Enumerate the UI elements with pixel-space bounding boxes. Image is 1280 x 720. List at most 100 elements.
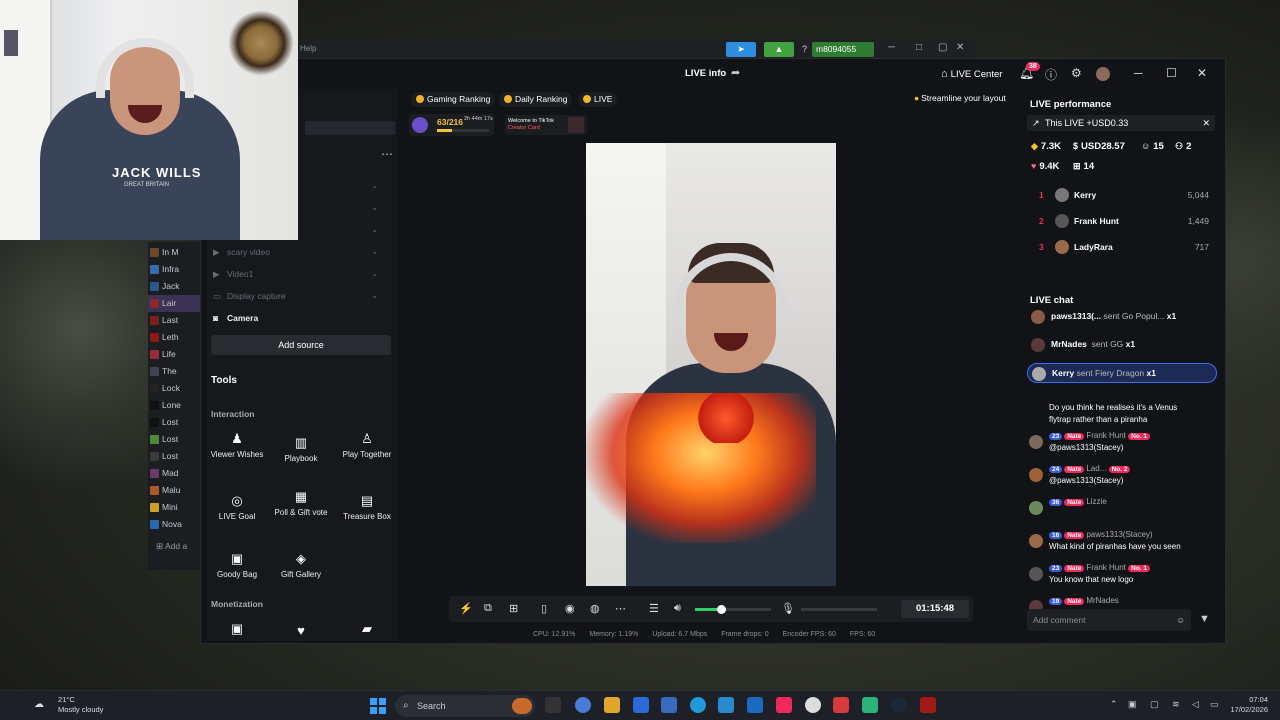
chevron-down-icon[interactable]: ⌄ — [371, 269, 378, 278]
chevron-down-icon[interactable]: ⌄ — [371, 291, 378, 300]
live-progress[interactable]: 63/216 2h 44m 17s — [409, 114, 494, 136]
source-item[interactable]: ◙ Camera — [213, 313, 378, 331]
avatar[interactable] — [1096, 67, 1110, 81]
dropbox-icon[interactable] — [633, 697, 649, 713]
list-item[interactable]: Jack — [148, 278, 200, 295]
wifi-icon[interactable]: ≋ — [1172, 699, 1180, 710]
volume-knob[interactable] — [716, 605, 726, 614]
start-button[interactable] — [370, 698, 386, 714]
add-source-button[interactable]: Add source — [211, 335, 391, 355]
tray-icon[interactable]: ▣ — [1128, 699, 1137, 710]
bell-button[interactable]: ▲ — [764, 42, 794, 57]
list-item[interactable]: In M — [148, 244, 200, 261]
gear-icon[interactable]: ⚙ — [1071, 66, 1082, 80]
list-item[interactable]: Lair — [148, 295, 200, 312]
list-item[interactable]: Life — [148, 346, 200, 363]
chevron-down-icon[interactable]: ⌄ — [371, 203, 378, 212]
source-item[interactable]: ▶ scary video ⌄ — [213, 247, 378, 265]
stream-preview[interactable] — [586, 143, 836, 586]
volume-slider[interactable] — [695, 605, 771, 614]
daily-ranking-button[interactable]: Daily Ranking — [499, 92, 573, 107]
list-item[interactable]: Lost — [148, 431, 200, 448]
help-icon[interactable]: ? — [802, 44, 807, 54]
list-item[interactable]: Malu — [148, 482, 200, 499]
minimize-icon[interactable]: ─ — [1134, 66, 1143, 80]
list-item[interactable]: Lost — [148, 448, 200, 465]
list-item[interactable]: Infra — [148, 261, 200, 278]
weather-widget[interactable]: ☁ 21°C Mostly cloudy — [34, 695, 103, 715]
source-item[interactable]: ▶ Video1 ⌄ — [213, 269, 378, 287]
chevron-up-icon[interactable]: ⌃ — [1110, 699, 1118, 710]
comment-input[interactable]: Add comment ☺ — [1027, 609, 1191, 631]
video-icon[interactable]: ▰ — [337, 621, 397, 636]
more-icon[interactable]: ⋯ — [381, 147, 393, 161]
poll-gift-vote-tool[interactable]: ▦ Poll & Gift vote — [271, 489, 331, 539]
gaming-ranking-button[interactable]: Gaming Ranking — [411, 92, 496, 107]
battery-icon[interactable]: ▭ — [1210, 699, 1219, 710]
layout-icon[interactable]: ⧉ — [484, 602, 492, 615]
camera-settings-icon[interactable]: ◍ — [590, 602, 600, 615]
close-icon[interactable]: ✕ — [1202, 115, 1210, 131]
file-explorer-icon[interactable] — [604, 697, 620, 713]
maximize-icon[interactable]: ▢ — [938, 42, 947, 53]
goody-bag-tool[interactable]: ▣ Goody Bag — [207, 551, 267, 601]
app-icon[interactable] — [718, 697, 734, 713]
maximize-icon[interactable]: □ — [916, 42, 922, 53]
play-together-tool[interactable]: ♙ Play Together — [337, 431, 397, 481]
outlook-icon[interactable] — [747, 697, 763, 713]
scene-tab[interactable] — [305, 121, 395, 135]
list-item[interactable]: Lone — [148, 397, 200, 414]
more-icon[interactable]: ⋯ — [615, 602, 626, 615]
filter-icon[interactable]: ▼ — [1199, 613, 1210, 625]
list-item[interactable]: The — [148, 363, 200, 380]
mixer-icon[interactable]: ☰ — [649, 602, 659, 615]
help-menu[interactable]: Help — [300, 44, 316, 53]
tiktok-icon[interactable] — [776, 697, 792, 713]
top-gifter-row[interactable]: 2 Frank Hunt 1,449 — [1027, 211, 1215, 233]
volume-icon[interactable]: 🔊︎ — [674, 602, 681, 615]
chevron-down-icon[interactable]: ⌄ — [371, 247, 378, 256]
steam-icon[interactable] — [891, 697, 907, 713]
gift-icon[interactable]: ▣ — [207, 621, 267, 636]
edge-icon[interactable] — [690, 697, 706, 713]
streamline-layout-button[interactable]: ● Streamline your layout — [914, 93, 1006, 103]
tray-icon[interactable]: ▢ — [1150, 699, 1159, 710]
list-item[interactable]: Lost — [148, 414, 200, 431]
list-item[interactable]: Mad — [148, 465, 200, 482]
this-live-banner[interactable]: ↗ This LIVE +USD0.33 ✕ — [1027, 115, 1215, 131]
viewer-wishes-tool[interactable]: ♟ Viewer Wishes — [207, 431, 267, 481]
chevron-down-icon[interactable]: ⌄ — [371, 225, 378, 234]
gift-message[interactable]: Kerry sent Fiery Dragon x1 — [1027, 363, 1217, 383]
list-item[interactable]: Mini — [148, 499, 200, 516]
gift-message[interactable]: paws1313(... sent Go Popul... x1 — [1027, 307, 1217, 327]
list-item[interactable]: Lock — [148, 380, 200, 397]
chevron-down-icon[interactable]: ⌄ — [371, 181, 378, 190]
list-item[interactable]: Nova — [148, 516, 200, 533]
record-icon[interactable]: ◉ — [565, 602, 575, 615]
gift-gallery-tool[interactable]: ◈ Gift Gallery — [271, 551, 331, 601]
volume-icon[interactable]: ◁ — [1192, 699, 1199, 710]
top-gifter-row[interactable]: 1 Kerry 5,044 — [1027, 185, 1215, 207]
share-icon[interactable]: ➦ — [731, 66, 740, 79]
account-button[interactable]: m8094055 — [812, 42, 874, 57]
live-center-button[interactable]: ⌂ LIVE Center — [941, 68, 1002, 80]
minimize-icon[interactable]: ─ — [888, 42, 895, 53]
microphone-icon[interactable]: 🎙︎ — [781, 602, 795, 615]
close-icon[interactable]: ✕ — [956, 42, 964, 53]
game-icon[interactable] — [920, 697, 936, 713]
source-item[interactable]: ▭ Display capture ⌄ — [213, 291, 378, 309]
clock[interactable]: 07:04 17/02/2026 — [1228, 695, 1268, 715]
live-ranking-button[interactable]: LIVE — [578, 92, 618, 107]
close-icon[interactable]: ✕ — [1197, 66, 1207, 80]
app-icon[interactable] — [862, 697, 878, 713]
task-view-icon[interactable] — [545, 697, 561, 713]
phone-icon[interactable]: ▯ — [541, 602, 547, 615]
live-goal-tool[interactable]: ◎ LIVE Goal — [207, 493, 267, 543]
add-scene-icon[interactable]: ⊞ — [509, 602, 518, 615]
add-game-button[interactable]: ⊞ Add a — [148, 533, 200, 552]
emoji-icon[interactable]: ☺ — [1176, 609, 1185, 631]
app-icon[interactable] — [833, 697, 849, 713]
playbook-tool[interactable]: ▥ Playbook — [271, 435, 331, 485]
gift-message[interactable]: MrNades sent GG x1 — [1027, 335, 1217, 355]
obs-icon[interactable] — [805, 697, 821, 713]
